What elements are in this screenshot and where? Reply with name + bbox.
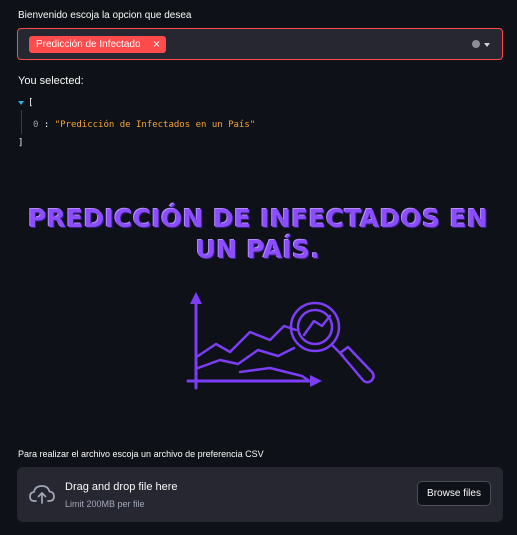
file-dropzone[interactable]: Drag and drop file here Limit 200MB per … xyxy=(17,467,503,522)
browse-files-button[interactable]: Browse files xyxy=(417,481,491,506)
option-multiselect[interactable]: Predicción de Infectados en un País × xyxy=(17,28,503,60)
select-label: Bienvenido escoja la opcion que desea xyxy=(18,10,192,21)
upload-limit: Limit 200MB per file xyxy=(65,499,145,509)
drop-title: Drag and drop file here xyxy=(65,481,178,493)
json-row: 0 : "Predicción de Infectados en un País… xyxy=(33,120,255,130)
upload-label: Para realizar el archivo escoja un archi… xyxy=(18,449,264,459)
close-icon[interactable]: × xyxy=(153,37,160,52)
chart-magnifier-illustration xyxy=(186,292,375,390)
json-value: "Predicción de Infectados en un País" xyxy=(54,120,256,130)
json-guide-line xyxy=(21,110,22,134)
cloud-upload-icon xyxy=(29,485,55,504)
selected-option-tag[interactable]: Predicción de Infectados en un País × xyxy=(29,36,166,53)
json-separator: : xyxy=(38,120,55,130)
selected-option-label: Predicción de Infectados en un País xyxy=(36,39,140,50)
clear-icon[interactable] xyxy=(472,40,480,48)
expand-icon[interactable] xyxy=(18,101,24,105)
json-open-bracket: [ xyxy=(28,98,34,108)
json-close-bracket: ] xyxy=(18,138,24,148)
selected-output-label: You selected: xyxy=(18,75,84,87)
hero-title: PREDICCIÓN DE INFECTADOS EN UN PAÍS. xyxy=(27,204,489,264)
chevron-down-icon[interactable] xyxy=(484,43,490,47)
